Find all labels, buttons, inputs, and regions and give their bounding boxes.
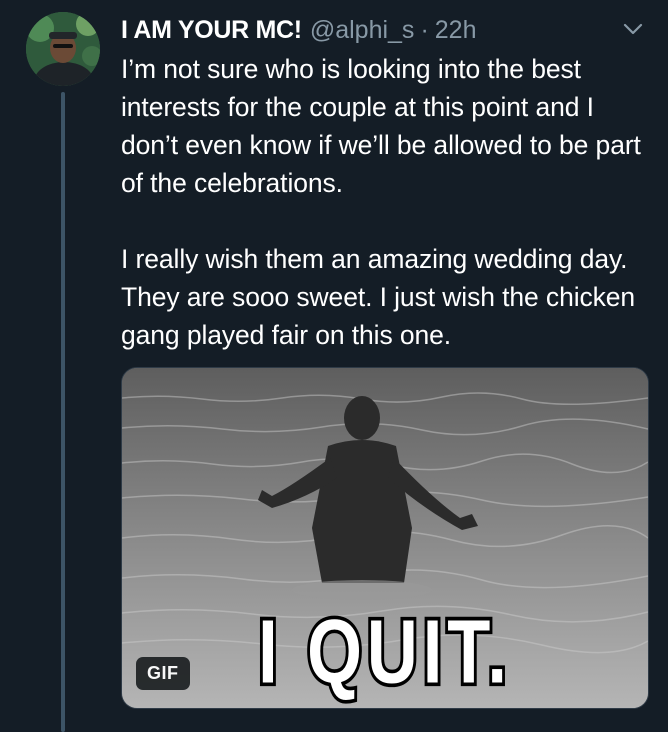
- gif-media[interactable]: I QUIT. GIF: [121, 367, 649, 709]
- timestamp[interactable]: 22h: [435, 16, 477, 45]
- gif-caption: I QUIT.: [255, 598, 512, 706]
- tweet-paragraph: I’m not sure who is looking into the bes…: [121, 54, 641, 198]
- avatar[interactable]: [26, 12, 100, 86]
- tweet-text: I’m not sure who is looking into the bes…: [121, 50, 651, 354]
- display-name[interactable]: I AM YOUR MC!: [121, 16, 302, 45]
- chevron-down-icon[interactable]: [620, 16, 646, 42]
- user-handle[interactable]: @alphi_s: [310, 16, 415, 45]
- gif-badge: GIF: [136, 657, 190, 690]
- tweet-paragraph: I really wish them an amazing wedding da…: [121, 244, 636, 350]
- thread-line: [61, 92, 65, 732]
- avatar-image: [26, 12, 100, 86]
- separator-dot: ·: [420, 15, 429, 44]
- tweet-header: I AM YOUR MC! @alphi_s · 22h: [121, 13, 648, 47]
